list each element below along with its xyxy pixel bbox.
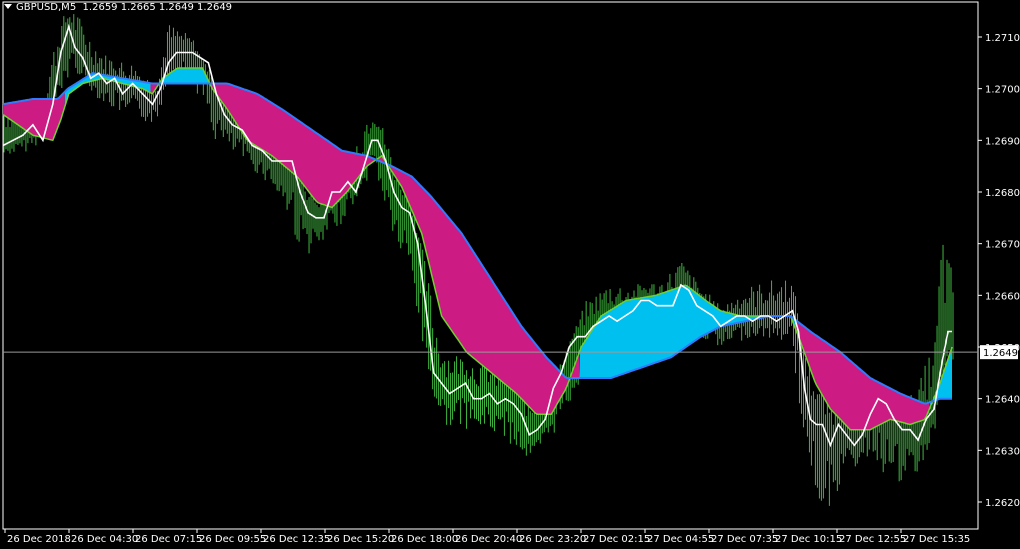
x-tick-label: 26 Dec 23:20 bbox=[519, 534, 586, 545]
y-tick-label: 1.2690 bbox=[985, 136, 1020, 147]
x-tick-label: 26 Dec 20:40 bbox=[455, 534, 522, 545]
bear-cloud bbox=[210, 83, 580, 415]
x-tick-label: 26 Dec 15:20 bbox=[327, 534, 394, 545]
x-tick-label: 27 Dec 12:55 bbox=[839, 534, 906, 545]
current-price-label: 1.2649 bbox=[983, 348, 1018, 359]
x-tick-label: 26 Dec 07:15 bbox=[135, 534, 202, 545]
x-tick-label: 26 Dec 04:30 bbox=[71, 534, 138, 545]
y-tick-label: 1.2700 bbox=[985, 85, 1020, 96]
x-tick-label: 27 Dec 07:35 bbox=[711, 534, 778, 545]
y-tick-label: 1.2630 bbox=[985, 446, 1020, 457]
x-tick-label: 27 Dec 15:35 bbox=[903, 534, 970, 545]
chevron-down-icon[interactable] bbox=[4, 4, 12, 9]
x-tick-label: 27 Dec 02:15 bbox=[583, 534, 650, 545]
x-tick-label: 27 Dec 04:55 bbox=[647, 534, 714, 545]
symbol-timeframe-label: GBPUSD,M5 bbox=[16, 2, 77, 13]
x-tick-label: 26 Dec 12:35 bbox=[263, 534, 330, 545]
y-tick-label: 1.2660 bbox=[985, 291, 1020, 302]
ohlc-readout: 1.2659 1.2665 1.2649 1.2649 bbox=[82, 2, 233, 13]
y-tick-label: 1.2670 bbox=[985, 240, 1020, 251]
y-tick-label: 1.2680 bbox=[985, 188, 1020, 199]
y-tick-label: 1.2640 bbox=[985, 395, 1020, 406]
y-tick-label: 1.2620 bbox=[985, 498, 1020, 509]
price-chart[interactable]: 1.2710 1.2700 1.2690 1.2680 1.2670 1.2660 1.26… bbox=[0, 0, 1020, 549]
x-tick-label: 26 Dec 2018 bbox=[7, 534, 71, 545]
x-tick-label: 27 Dec 10:15 bbox=[775, 534, 842, 545]
x-tick-label: 26 Dec 09:55 bbox=[199, 534, 266, 545]
bull-cloud bbox=[579, 285, 796, 378]
y-tick-label: 1.2710 bbox=[985, 33, 1020, 44]
x-tick-label: 26 Dec 18:00 bbox=[391, 534, 458, 545]
chart-header: GBPUSD,M5 1.2659 1.2665 1.2649 1.2649 bbox=[4, 2, 232, 13]
